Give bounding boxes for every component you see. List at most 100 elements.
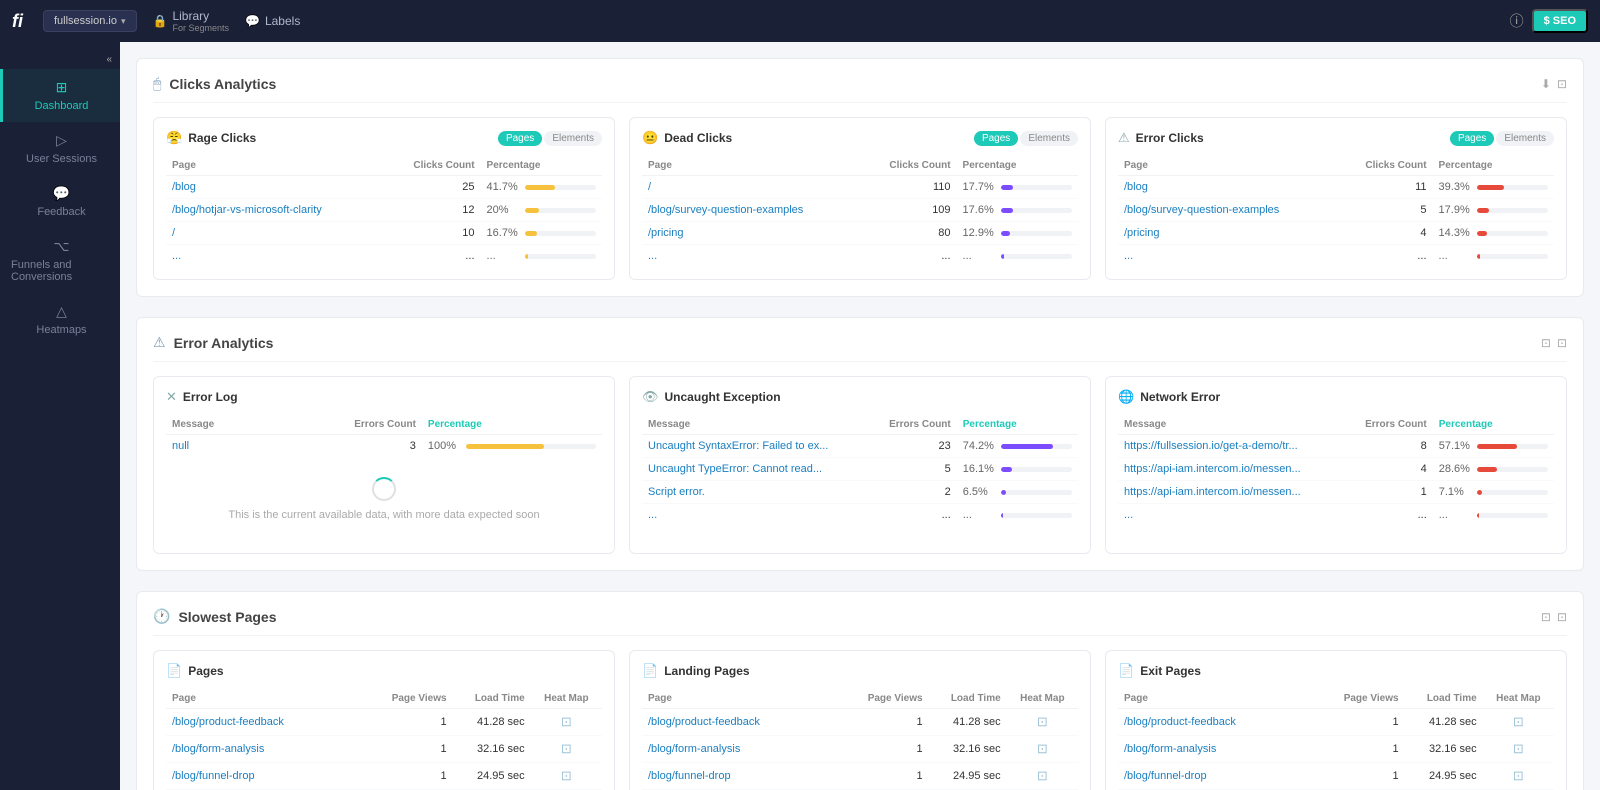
- load-time-cell: 32.16 sec: [929, 736, 1007, 763]
- sidebar-item-funnels[interactable]: ⌥ Funnels and Conversions: [0, 228, 120, 293]
- pages-tab[interactable]: Pages: [498, 131, 542, 146]
- expand-button[interactable]: ⊡: [1541, 336, 1551, 350]
- empty-state-text: This is the current available data, with…: [228, 509, 539, 521]
- sidebar-item-label: User Sessions: [26, 153, 97, 165]
- expand-button[interactable]: ⊡: [1557, 77, 1567, 91]
- error-clicks-title: Error Clicks: [1136, 131, 1204, 145]
- elements-tab[interactable]: Elements: [1496, 131, 1554, 146]
- main-content: 🖱 Clicks Analytics ⬇ ⊡ 😤 Rage Clicks: [120, 42, 1600, 790]
- pages-icon: 📄: [166, 663, 182, 679]
- page-cell: ...: [642, 504, 858, 527]
- load-time-cell: 24.95 sec: [453, 763, 531, 790]
- close-button[interactable]: ⊡: [1557, 336, 1567, 350]
- exit-pages-table: Page Page Views Load Time Heat Map /blog…: [1118, 689, 1554, 790]
- pct-cell: 17.6%: [957, 199, 1078, 222]
- network-error-icon: 🌐: [1118, 389, 1134, 405]
- sidebar-item-label: Feedback: [37, 206, 85, 218]
- clicks-analytics-section: 🖱 Clicks Analytics ⬇ ⊡ 😤 Rage Clicks: [136, 58, 1584, 297]
- elements-tab[interactable]: Elements: [1020, 131, 1078, 146]
- load-time-cell: 32.16 sec: [1405, 736, 1483, 763]
- table-row: Uncaught TypeError: Cannot read... 5 16.…: [642, 458, 1078, 481]
- table-row: /blog 11 39.3%: [1118, 176, 1554, 199]
- count-cell: 1: [1334, 481, 1433, 504]
- count-cell: 23: [858, 435, 957, 458]
- nav-library[interactable]: 🔒 Library For Segments: [153, 9, 229, 33]
- info-button[interactable]: ⓘ: [1510, 11, 1524, 31]
- top-nav: fi fullsession.io ▾ 🔒 Library For Segmen…: [0, 0, 1600, 42]
- pages-tab[interactable]: Pages: [974, 131, 1018, 146]
- download-button[interactable]: ⬇: [1541, 77, 1551, 91]
- heatmap-icon[interactable]: ⊡: [561, 714, 572, 729]
- heatmap-icon[interactable]: ⊡: [1513, 768, 1524, 783]
- card-header: ⚠ Error Clicks Pages Elements: [1118, 130, 1554, 146]
- col-load: Load Time: [453, 689, 531, 709]
- pct-cell: 41.7%: [481, 176, 602, 199]
- chevron-down-icon: ▾: [121, 16, 126, 27]
- upgrade-button[interactable]: $ SEO: [1532, 9, 1588, 33]
- error-clicks-table: Page Clicks Count Percentage /blog 11 39…: [1118, 156, 1554, 267]
- heatmap-icon[interactable]: ⊡: [1513, 714, 1524, 729]
- col-message: Message: [642, 415, 858, 435]
- sidebar-toggle[interactable]: «: [98, 50, 120, 69]
- sidebar-item-feedback[interactable]: 💬 Feedback: [0, 175, 120, 228]
- card-title-area: 😤 Rage Clicks: [166, 130, 256, 146]
- card-title-area: 📄 Landing Pages: [642, 663, 750, 679]
- views-cell: 1: [1320, 709, 1404, 736]
- sidebar-item-heatmaps[interactable]: △ Heatmaps: [0, 293, 120, 346]
- page-cell: /blog/survey-question-examples: [1118, 199, 1334, 222]
- landing-pages-title: Landing Pages: [664, 664, 749, 678]
- views-cell: 1: [1320, 763, 1404, 790]
- user-sessions-icon: ▷: [56, 132, 67, 149]
- workspace-label: fullsession.io: [54, 15, 117, 27]
- heatmap-icon[interactable]: ⊡: [1513, 741, 1524, 756]
- sidebar-item-label: Heatmaps: [36, 324, 86, 336]
- table-row: ... ... ...: [642, 245, 1078, 268]
- heatmap-cell: ⊡: [531, 763, 602, 790]
- heatmap-icon[interactable]: ⊡: [1037, 741, 1048, 756]
- close-button[interactable]: ⊡: [1557, 610, 1567, 624]
- table-row: https://api-iam.intercom.io/messen... 4 …: [1118, 458, 1554, 481]
- load-time-cell: 32.16 sec: [453, 736, 531, 763]
- sidebar-item-dashboard[interactable]: ⊞ Dashboard: [0, 69, 120, 122]
- page-cell: /: [166, 222, 382, 245]
- views-cell: 1: [368, 763, 452, 790]
- heatmap-icon[interactable]: ⊡: [561, 741, 572, 756]
- count-cell: 10: [382, 222, 481, 245]
- page-cell: ...: [1118, 504, 1334, 527]
- slowest-pages-card: 📄 Pages Page Page Views Load Time Heat M…: [153, 650, 615, 790]
- slowest-pages-icon: 🕐: [153, 608, 170, 625]
- table-row: https://fullsession.io/get-a-demo/tr... …: [1118, 435, 1554, 458]
- exit-pages-icon: 📄: [1118, 663, 1134, 679]
- workspace-button[interactable]: fullsession.io ▾: [43, 10, 137, 32]
- col-clicks: Clicks Count: [858, 156, 957, 176]
- elements-tab[interactable]: Elements: [544, 131, 602, 146]
- pct-cell: 14.3%: [1433, 222, 1554, 245]
- heatmap-cell: ⊡: [531, 736, 602, 763]
- pct-cell: 17.9%: [1433, 199, 1554, 222]
- page-cell: /: [642, 176, 858, 199]
- col-views: Page Views: [1320, 689, 1404, 709]
- pct-cell: ...: [957, 504, 1078, 527]
- count-cell: ...: [1334, 504, 1433, 527]
- error-analytics-section: ⚠ Error Analytics ⊡ ⊡ ✕ Error Log: [136, 317, 1584, 571]
- nav-labels[interactable]: 💬 Labels: [245, 14, 300, 28]
- heatmap-icon[interactable]: ⊡: [1037, 768, 1048, 783]
- col-views: Page Views: [844, 689, 928, 709]
- table-row: Script error. 2 6.5%: [642, 481, 1078, 504]
- heatmap-icon[interactable]: ⊡: [1037, 714, 1048, 729]
- network-error-table: Message Errors Count Percentage https://…: [1118, 415, 1554, 526]
- pct-cell: 28.6%: [1433, 458, 1554, 481]
- col-views: Page Views: [368, 689, 452, 709]
- pages-tab[interactable]: Pages: [1450, 131, 1494, 146]
- expand-button[interactable]: ⊡: [1541, 610, 1551, 624]
- load-time-cell: 41.28 sec: [1405, 709, 1483, 736]
- heatmap-icon[interactable]: ⊡: [561, 768, 572, 783]
- table-row: /blog/funnel-drop 1 24.95 sec ⊡: [166, 763, 602, 790]
- uncaught-exception-table: Message Errors Count Percentage Uncaught…: [642, 415, 1078, 526]
- card-header: 👁 Uncaught Exception: [642, 389, 1078, 405]
- page-cell: /blog/hotjar-vs-microsoft-clarity: [166, 199, 382, 222]
- pct-cell: ...: [481, 245, 602, 268]
- sidebar-item-user-sessions[interactable]: ▷ User Sessions: [0, 122, 120, 175]
- landing-pages-table: Page Page Views Load Time Heat Map /blog…: [642, 689, 1078, 790]
- pct-cell: 6.5%: [957, 481, 1078, 504]
